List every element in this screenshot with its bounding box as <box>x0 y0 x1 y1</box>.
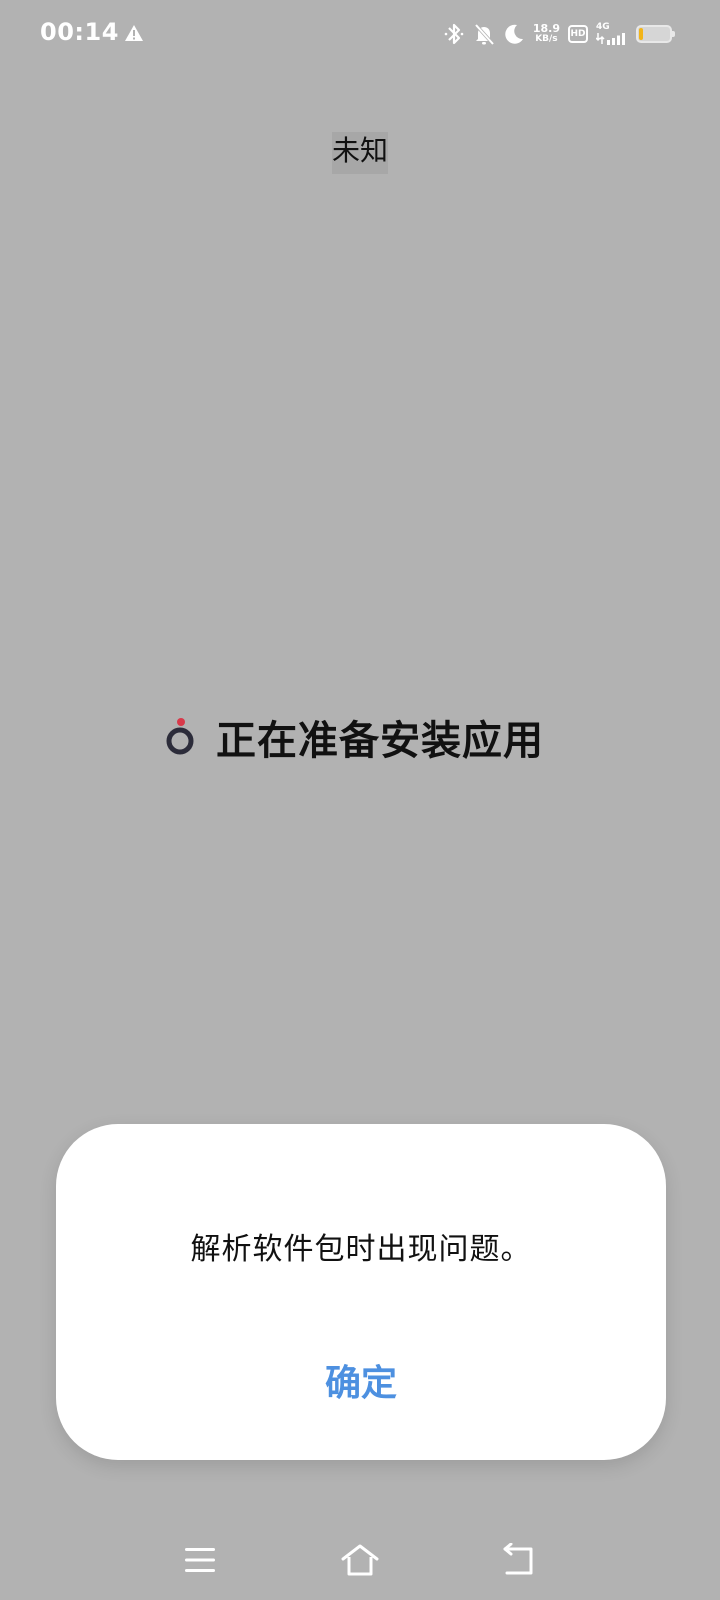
page-title: 未知 <box>332 132 388 174</box>
preparing-indicator: 正在准备安装应用 <box>164 712 544 764</box>
signal-icon <box>596 33 625 45</box>
dialog-message: 解析软件包时出现问题。 <box>190 1232 532 1267</box>
status-icons: 18.9 KB/s HD 4G <box>443 20 675 48</box>
back-icon <box>503 1543 533 1575</box>
menu-button[interactable] <box>176 1536 224 1584</box>
hd-badge: HD <box>568 25 588 43</box>
moon-icon <box>505 24 523 44</box>
network-signal: 4G <box>596 23 628 45</box>
error-dialog: 解析软件包时出现问题。 确定 <box>56 1124 666 1460</box>
preparing-text: 正在准备安装应用 <box>216 718 544 764</box>
bluetooth-icon <box>444 23 464 45</box>
home-icon <box>341 1544 379 1576</box>
status-time: 00:14 <box>40 18 119 46</box>
loading-spinner-icon <box>166 718 194 755</box>
speed-value: 18.9 <box>532 22 560 35</box>
navigation-bar <box>0 1520 720 1600</box>
home-button[interactable] <box>336 1536 384 1584</box>
mute-icon <box>474 23 495 46</box>
battery-icon <box>636 25 675 43</box>
battery-level <box>639 28 643 40</box>
network-speed: 18.9 KB/s <box>532 22 560 44</box>
back-button[interactable] <box>496 1536 544 1584</box>
warning-icon <box>125 25 143 41</box>
menu-icon <box>185 1548 215 1572</box>
speed-unit: KB/s <box>535 34 558 44</box>
status-bar: 00:14 18.9 KB/s HD 4G <box>0 0 720 70</box>
network-type: 4G <box>596 22 610 32</box>
confirm-button[interactable]: 确定 <box>305 1350 417 1410</box>
